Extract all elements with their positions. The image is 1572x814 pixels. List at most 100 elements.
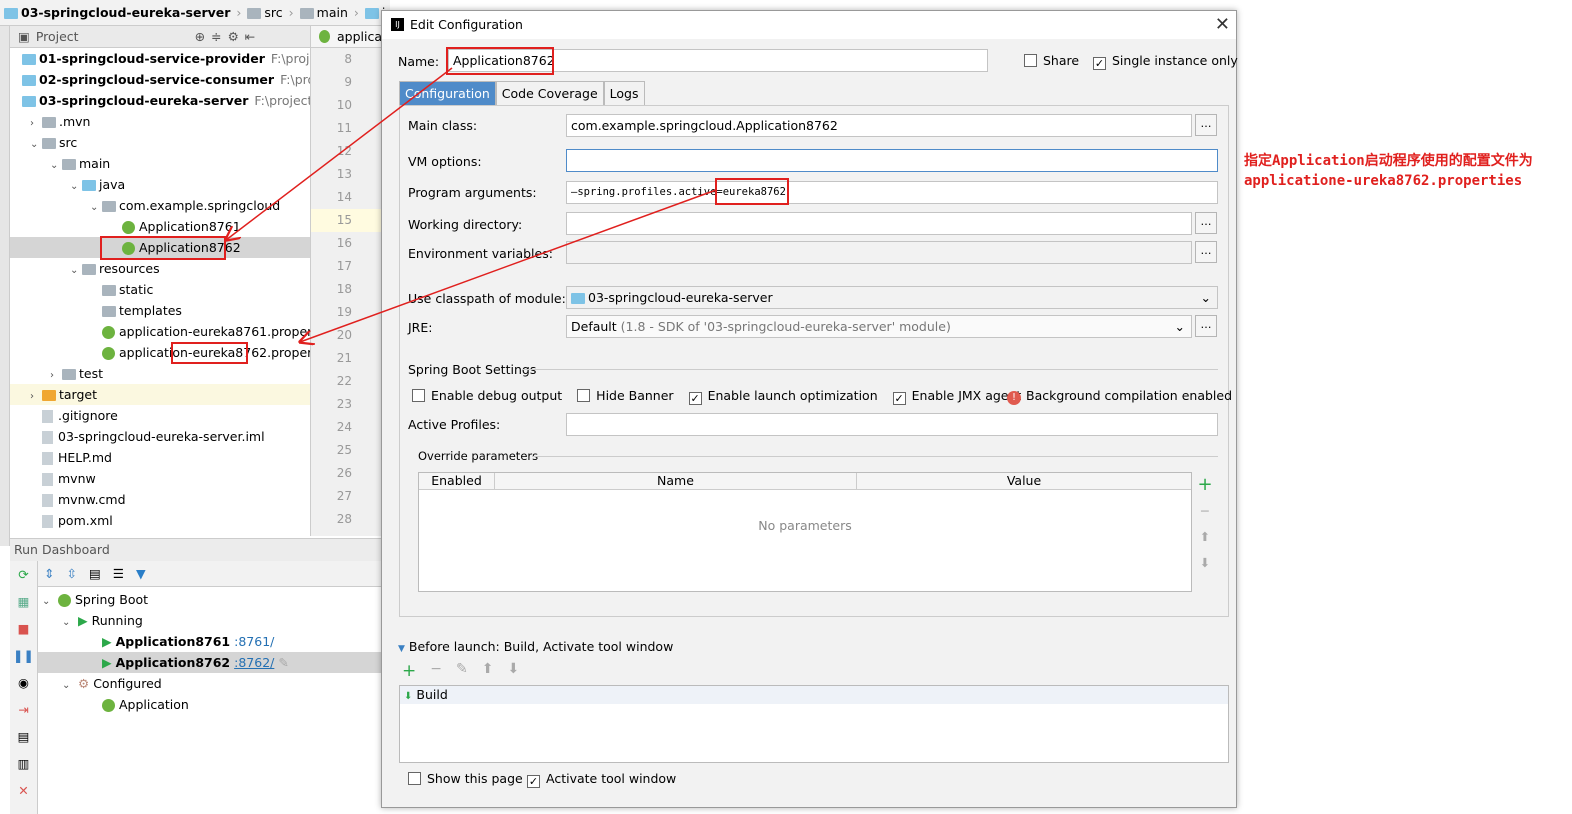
tree-node-configured[interactable]: ⌄ ⚙ Configured <box>38 673 382 694</box>
expand-arrow-icon[interactable]: ⌄ <box>70 260 82 281</box>
tree-item[interactable]: ⌄ resources <box>10 258 310 279</box>
close-icon[interactable]: ✕ <box>1215 11 1230 39</box>
before-launch-item[interactable]: ⬇ Build <box>400 686 1228 704</box>
browse-button[interactable]: … <box>1195 241 1217 263</box>
group-icon[interactable]: ▤ <box>89 566 101 581</box>
tree-item[interactable]: Application8761 <box>10 216 310 237</box>
remove-icon[interactable]: − <box>430 661 442 681</box>
tree-item[interactable]: application-eureka8762.properties <box>10 342 310 363</box>
tree-item[interactable]: pom.xml <box>10 510 310 531</box>
expand-arrow-icon[interactable]: ⌄ <box>90 197 102 218</box>
expand-arrow-icon[interactable]: › <box>30 386 42 407</box>
tree-item[interactable]: static <box>10 279 310 300</box>
tree-item[interactable]: HELP.md <box>10 447 310 468</box>
tree-item[interactable]: ⌄ java <box>10 174 310 195</box>
layout-icon[interactable]: ▤ <box>10 723 37 750</box>
editor-tab[interactable]: applica <box>311 26 382 48</box>
move-down-icon[interactable]: ⬇ <box>507 661 519 681</box>
tree-node-running[interactable]: ⌄ ▶ Running <box>38 610 382 631</box>
expand-arrow-icon[interactable]: › <box>30 113 42 134</box>
add-icon[interactable]: + <box>402 661 416 681</box>
before-launch-toggle[interactable]: ▼ Before launch: Build, Activate tool wi… <box>398 639 673 654</box>
tree-item[interactable]: application-eureka8761.properties <box>10 321 310 342</box>
locate-icon[interactable]: ⊕ <box>195 29 205 44</box>
spring-boot-checkbox[interactable]: ✓ Enable launch optimization <box>688 388 878 405</box>
layout2-icon[interactable]: ▥ <box>10 750 37 777</box>
classpath-select[interactable]: 03-springcloud-eureka-server ⌄ <box>566 286 1218 309</box>
spring-boot-checkbox[interactable]: ✓ Enable JMX agent <box>892 388 1021 405</box>
browse-button[interactable]: … <box>1195 114 1217 136</box>
tree-item[interactable]: 03-springcloud-eureka-server F:\project\c… <box>10 90 310 111</box>
tree-item[interactable]: 02-springcloud-service-consumer F:\projec… <box>10 69 310 90</box>
hide-icon[interactable]: ⇤ <box>245 29 255 44</box>
browse-button[interactable]: … <box>1195 212 1217 234</box>
configured-application[interactable]: Application <box>38 694 382 715</box>
tree-node-spring-boot[interactable]: ⌄ Spring Boot <box>38 589 382 610</box>
working-directory-input[interactable] <box>566 212 1192 235</box>
expand-arrow-icon[interactable]: ⌄ <box>70 176 82 197</box>
vm-options-input[interactable] <box>566 149 1218 172</box>
tree-item[interactable]: ⌄ com.example.springcloud <box>10 195 310 216</box>
edit-icon[interactable]: ✎ <box>456 661 468 681</box>
stop-icon[interactable]: ■ <box>10 615 37 642</box>
spring-boot-checkbox[interactable]: Enable debug output <box>412 388 562 405</box>
column-header[interactable]: Value <box>857 473 1191 489</box>
remove-icon[interactable]: − <box>1196 498 1214 524</box>
tree-item[interactable]: .gitignore <box>10 405 310 426</box>
column-header[interactable]: Name <box>495 473 857 489</box>
group-type-icon[interactable]: ☰ <box>113 566 124 581</box>
tree-item[interactable]: templates <box>10 300 310 321</box>
activate-tool-window-checkbox[interactable]: ✓ Activate tool window <box>527 771 676 788</box>
breadcrumb-item[interactable]: 03-springcloud-eureka-server <box>4 5 230 20</box>
jre-select[interactable]: Default (1.8 - SDK of '03-springcloud-eu… <box>566 315 1192 338</box>
expand-arrow-icon[interactable]: ⌄ <box>50 155 62 176</box>
expand-all-icon[interactable]: ⇕ <box>44 566 54 581</box>
spring-boot-checkbox[interactable]: Hide Banner <box>577 388 674 405</box>
tree-item[interactable]: › .mvn <box>10 111 310 132</box>
show-page-checkbox[interactable]: Show this page <box>408 771 523 786</box>
close-icon[interactable]: ✕ <box>10 777 37 804</box>
run-app-8762[interactable]: ▶ Application8762 :8762/ ✎ <box>38 652 382 673</box>
edit-icon[interactable]: ✎ <box>278 655 288 670</box>
tree-item[interactable]: › target <box>10 384 310 405</box>
collapse-all-icon[interactable]: ⇳ <box>66 566 76 581</box>
move-up-icon[interactable]: ⬆ <box>482 661 494 681</box>
main-class-input[interactable]: com.example.springcloud.Application8762 <box>566 114 1192 137</box>
active-profiles-input[interactable] <box>566 413 1218 436</box>
share-checkbox[interactable]: Share <box>1024 53 1079 68</box>
tab-configuration[interactable]: Configuration <box>399 81 496 105</box>
camera-icon[interactable]: ◉ <box>10 669 37 696</box>
project-view-selector[interactable]: Project <box>36 29 79 44</box>
browse-button[interactable]: … <box>1195 315 1217 337</box>
tab-code-coverage[interactable]: Code Coverage <box>495 81 604 105</box>
add-icon[interactable]: + <box>1196 472 1214 498</box>
run-app-8761[interactable]: ▶ Application8761 :8761/ <box>38 631 382 652</box>
column-header[interactable]: Enabled <box>419 473 495 489</box>
breadcrumb-item[interactable]: src <box>247 5 283 20</box>
port-link[interactable]: :8761/ <box>234 634 274 649</box>
run-config-icon[interactable]: ▦ <box>10 588 37 615</box>
breadcrumb-item[interactable]: main <box>299 5 348 20</box>
rerun-icon[interactable]: ⟳ <box>10 561 37 588</box>
exit-icon[interactable]: ⇥ <box>10 696 37 723</box>
expand-arrow-icon[interactable]: ⌄ <box>30 134 42 155</box>
move-up-icon[interactable]: ⬆ <box>1196 524 1214 550</box>
tree-item[interactable]: › test <box>10 363 310 384</box>
tab-logs[interactable]: Logs <box>603 81 645 105</box>
tree-item[interactable]: mvnw.cmd <box>10 489 310 510</box>
tree-item[interactable]: 01-springcloud-service-provider F:\projec… <box>10 48 310 69</box>
environment-variables-input[interactable] <box>566 241 1192 264</box>
program-arguments-input[interactable]: —spring.profiles.active=eureka8762 <box>566 181 1218 204</box>
tree-item[interactable]: ⌄ main <box>10 153 310 174</box>
port-link[interactable]: :8762/ <box>234 655 274 670</box>
pause-icon[interactable]: ❚❚ <box>10 642 37 669</box>
single-instance-checkbox[interactable]: ✓ Single instance only <box>1093 53 1238 70</box>
gear-icon[interactable]: ⚙ <box>228 29 239 44</box>
tree-item[interactable]: ⌄ src <box>10 132 310 153</box>
filter-icon[interactable]: ▼ <box>136 566 146 581</box>
tree-item[interactable]: 03-springcloud-eureka-server.iml <box>10 426 310 447</box>
move-down-icon[interactable]: ⬇ <box>1196 550 1214 576</box>
collapse-icon[interactable]: ≑ <box>211 29 221 44</box>
expand-arrow-icon[interactable]: › <box>50 365 62 386</box>
tree-item[interactable]: mvnw <box>10 468 310 489</box>
